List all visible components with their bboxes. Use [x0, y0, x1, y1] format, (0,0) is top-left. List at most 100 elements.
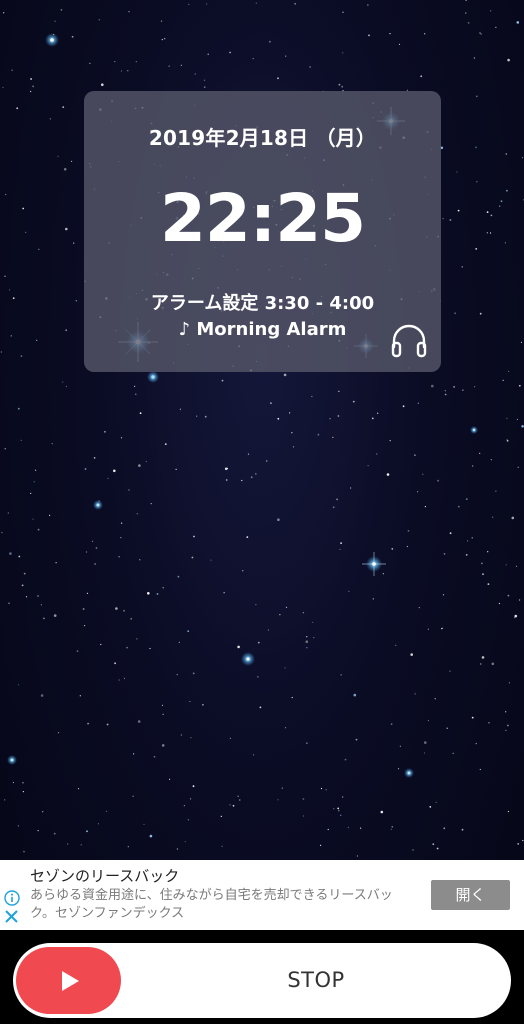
star [2, 86, 4, 89]
star [461, 828, 464, 831]
star [4, 799, 6, 801]
star [397, 768, 400, 770]
star [417, 491, 419, 493]
star [423, 752, 426, 754]
star [73, 242, 75, 244]
star [128, 11, 130, 13]
star [22, 791, 24, 793]
star [507, 810, 509, 813]
star [76, 650, 79, 652]
star [355, 738, 358, 741]
star [479, 32, 481, 34]
star [246, 536, 249, 538]
stop-alarm-slider[interactable]: STOP [13, 943, 511, 1018]
info-icon[interactable] [4, 890, 20, 906]
star [342, 52, 344, 54]
star [414, 454, 416, 457]
star [89, 62, 91, 64]
star [71, 160, 73, 162]
headphones-icon[interactable] [389, 320, 429, 360]
star [229, 804, 231, 806]
star [65, 329, 68, 332]
star [12, 297, 15, 300]
star [407, 530, 410, 532]
star [427, 719, 429, 722]
star [457, 209, 460, 212]
star [491, 662, 495, 666]
star [255, 604, 257, 606]
star [481, 562, 483, 565]
star [147, 592, 150, 595]
star [98, 19, 100, 21]
star [183, 805, 185, 807]
slider-handle[interactable] [16, 947, 121, 1014]
star [63, 168, 67, 171]
star [176, 848, 178, 850]
star [277, 799, 279, 801]
star [206, 3, 208, 5]
star [127, 70, 129, 72]
star [502, 379, 504, 381]
star [0, 351, 2, 353]
star [395, 644, 397, 646]
star [130, 618, 132, 620]
star [442, 594, 445, 596]
star [97, 823, 99, 825]
star [21, 584, 24, 587]
star [232, 804, 235, 807]
star [16, 107, 19, 110]
current-time: 22:25 [159, 180, 366, 257]
star [115, 607, 118, 610]
close-icon[interactable] [4, 909, 19, 924]
star [20, 355, 23, 357]
star [114, 61, 116, 63]
star [291, 432, 293, 434]
star [30, 492, 32, 494]
star [327, 828, 329, 831]
star [371, 417, 374, 420]
star [522, 839, 524, 842]
star [7, 512, 9, 514]
star [30, 78, 32, 80]
star [95, 547, 98, 549]
star [255, 2, 257, 4]
star [454, 312, 456, 315]
star [302, 612, 304, 614]
star [402, 405, 405, 408]
star [376, 453, 378, 455]
star [203, 79, 206, 81]
star [105, 810, 108, 812]
star [277, 417, 280, 420]
star [118, 679, 120, 681]
ad-title[interactable]: セゾンのリースバック [30, 865, 179, 886]
star [449, 532, 452, 535]
star [339, 548, 341, 551]
star [353, 693, 357, 697]
ad-open-button[interactable]: 開く [431, 880, 510, 910]
star [37, 528, 40, 531]
star [57, 732, 60, 734]
bright-star [7, 755, 17, 765]
star [368, 34, 370, 37]
star [518, 384, 521, 387]
ad-description[interactable]: あらゆる資金用途に、住みながら自宅を売却できるリースバック。セゾンファンデックス [30, 887, 415, 923]
star [342, 796, 344, 798]
star [495, 490, 497, 492]
star [424, 506, 426, 508]
star [338, 83, 341, 86]
bright-star [362, 552, 386, 576]
star [79, 695, 81, 697]
star [312, 621, 314, 624]
star [489, 232, 492, 234]
star [465, 554, 468, 556]
star [65, 227, 68, 231]
star [341, 85, 344, 88]
star [189, 700, 191, 703]
ad-banner[interactable]: セゾンのリースバック あらゆる資金用途に、住みながら自宅を売却できるリースバック… [0, 860, 524, 930]
star [113, 469, 116, 473]
star [134, 385, 136, 387]
star [505, 564, 507, 566]
star [517, 466, 519, 468]
star [306, 636, 308, 638]
star [4, 275, 6, 277]
